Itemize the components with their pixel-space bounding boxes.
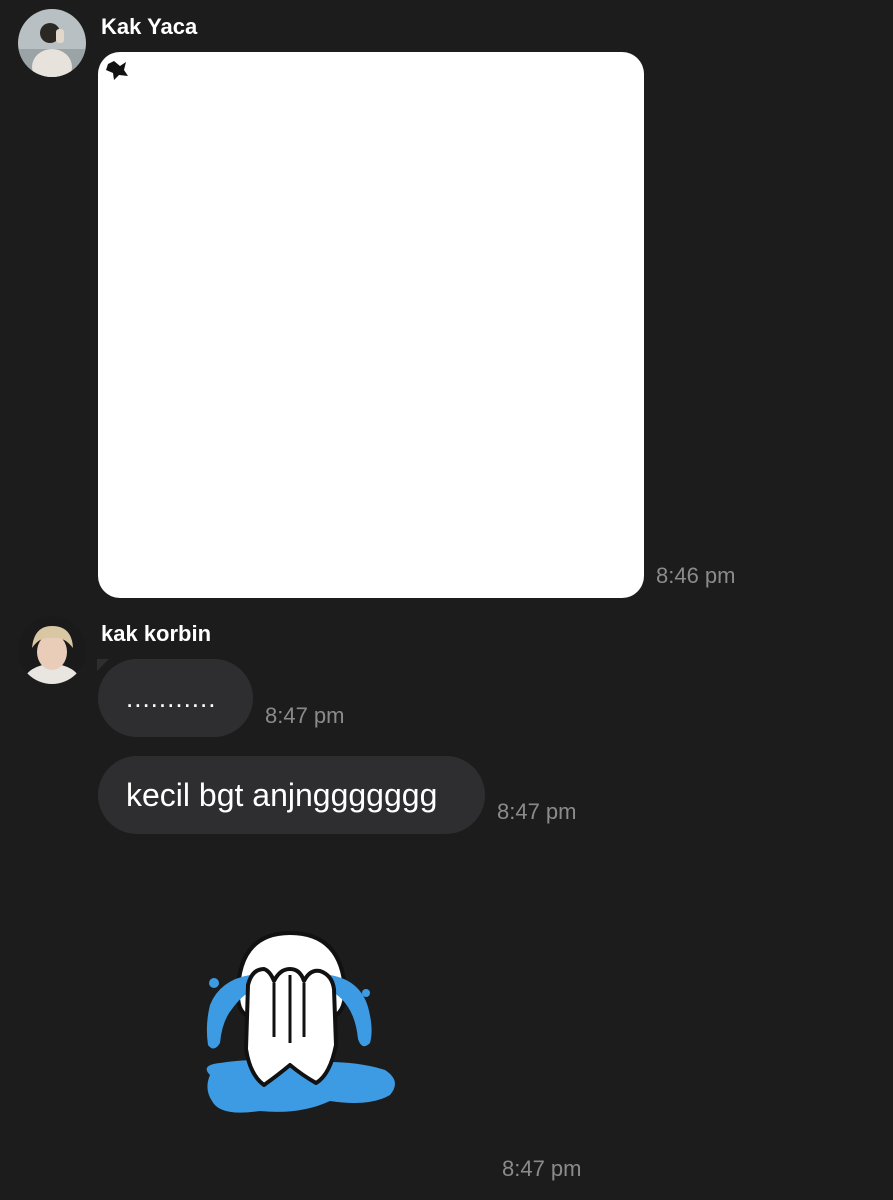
avatar-kak-korbin[interactable] (18, 616, 86, 684)
shared-image[interactable] (98, 52, 644, 598)
crying-ghost-sticker[interactable] (190, 925, 410, 1130)
message-bubble[interactable]: ........... (98, 659, 253, 737)
timestamp: 8:46 pm (656, 563, 736, 588)
sender-name: kak korbin (101, 621, 212, 646)
sender-name: Kak Yaca (101, 14, 198, 39)
message-text: kecil bgt anjnggggggg (126, 776, 438, 813)
timestamp: 8:47 pm (502, 1156, 582, 1181)
image-mark-icon (106, 61, 128, 80)
timestamp: 8:47 pm (497, 799, 577, 824)
bubble-tail (97, 659, 109, 671)
avatar-kak-yaca[interactable] (18, 9, 86, 77)
timestamp: 8:47 pm (265, 703, 345, 728)
message-bubble[interactable]: kecil bgt anjnggggggg (98, 756, 485, 834)
message-text: ........... (126, 682, 217, 713)
